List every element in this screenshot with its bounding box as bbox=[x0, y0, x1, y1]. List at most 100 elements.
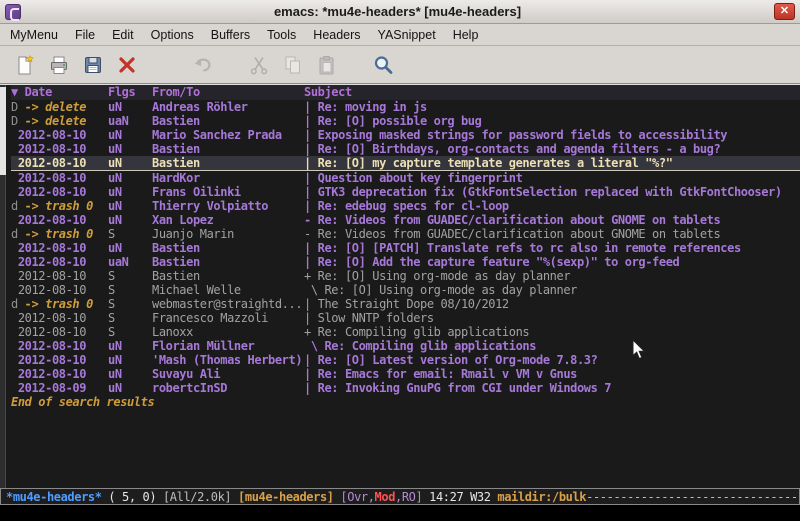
copy-button[interactable] bbox=[276, 50, 310, 80]
message-row[interactable]: 2012-08-09uNrobertcInSD| Re: Invoking Gn… bbox=[11, 381, 800, 395]
mark-action: -> trash 0 bbox=[25, 227, 93, 241]
modeline-segment: [All/2.0k] bbox=[163, 490, 238, 504]
message-from: Xan Lopez bbox=[152, 213, 304, 227]
message-row[interactable]: 2012-08-10uNBastien| Re: [O] my capture … bbox=[11, 156, 800, 171]
message-list: D -> deleteuNAndreas Röhler| Re: moving … bbox=[11, 100, 800, 395]
message-date: 2012-08-10 bbox=[11, 255, 108, 269]
column-header-flags[interactable]: Flgs bbox=[108, 85, 152, 100]
message-subject: - Re: Videos from GUADEC/clarification a… bbox=[304, 213, 800, 227]
column-header-date[interactable]: ▼ Date bbox=[11, 85, 108, 100]
message-row[interactable]: 2012-08-10uNSuvayu Ali| Re: Emacs for em… bbox=[11, 367, 800, 381]
new-file-button[interactable] bbox=[8, 50, 42, 80]
message-date: 2012-08-10 bbox=[11, 171, 108, 185]
message-flags: S bbox=[108, 311, 152, 325]
message-row[interactable]: 2012-08-10uNBastien| Re: [O] Birthdays, … bbox=[11, 142, 800, 156]
message-subject: \ Re: [O] Using org-mode as day planner bbox=[304, 283, 800, 297]
message-flags: S bbox=[108, 325, 152, 339]
print-icon bbox=[48, 54, 70, 76]
menu-item-headers[interactable]: Headers bbox=[313, 28, 360, 42]
paste-button[interactable] bbox=[310, 50, 344, 80]
message-flags: S bbox=[108, 269, 152, 283]
message-date: 2012-08-10 bbox=[11, 185, 108, 199]
message-flags: S bbox=[108, 227, 152, 241]
message-subject: | Re: [O] [PATCH] Translate refs to rc a… bbox=[304, 241, 800, 255]
message-mark: d -> trash 0 bbox=[11, 297, 108, 311]
message-date: 2012-08-10 bbox=[11, 353, 108, 367]
print-button[interactable] bbox=[42, 50, 76, 80]
message-from: Francesco Mazzoli bbox=[152, 311, 304, 325]
search-button[interactable] bbox=[366, 50, 400, 80]
message-flags: uN bbox=[108, 156, 152, 170]
menu-item-mymenu[interactable]: MyMenu bbox=[10, 28, 58, 42]
message-subject: | Re: edebug specs for cl-loop bbox=[304, 199, 800, 213]
modeline-segment: [Ovr, bbox=[340, 490, 374, 504]
menu-item-file[interactable]: File bbox=[75, 28, 95, 42]
message-flags: uN bbox=[108, 241, 152, 255]
column-header-from[interactable]: From/To bbox=[152, 85, 304, 100]
scrollbar[interactable] bbox=[0, 85, 6, 488]
message-row[interactable]: 2012-08-10uNFrans Oilinki| GTK3 deprecat… bbox=[11, 185, 800, 199]
save-button[interactable] bbox=[76, 50, 110, 80]
message-date: 2012-08-10 bbox=[11, 269, 108, 283]
paste-icon bbox=[316, 54, 338, 76]
message-row[interactable]: 2012-08-10uNFlorian Müllner \ Re: Compil… bbox=[11, 339, 800, 353]
close-buffer-button[interactable] bbox=[110, 50, 144, 80]
message-from: Mario Sanchez Prada bbox=[152, 128, 304, 142]
headers-buffer: ▼ Date Flgs From/To Subject D -> deleteu… bbox=[0, 84, 800, 488]
message-flags: uN bbox=[108, 199, 152, 213]
toolbar bbox=[0, 46, 800, 84]
menu-item-edit[interactable]: Edit bbox=[112, 28, 134, 42]
message-mark: d -> trash 0 bbox=[11, 199, 108, 213]
menu-item-options[interactable]: Options bbox=[151, 28, 194, 42]
message-row[interactable]: 2012-08-10SFrancesco Mazzoli| Slow NNTP … bbox=[11, 311, 800, 325]
cut-icon bbox=[248, 54, 270, 76]
message-subject: | Re: [O] my capture template generates … bbox=[304, 156, 800, 170]
message-date: 2012-08-10 bbox=[11, 142, 108, 156]
message-from: HardKor bbox=[152, 171, 304, 185]
message-from: robertcInSD bbox=[152, 381, 304, 395]
mark-action: -> trash 0 bbox=[25, 199, 93, 213]
minibuffer[interactable] bbox=[0, 505, 800, 521]
menu-item-buffers[interactable]: Buffers bbox=[211, 28, 250, 42]
message-mark: d -> trash 0 bbox=[11, 227, 108, 241]
message-row[interactable]: 2012-08-10uNMario Sanchez Prada| Exposin… bbox=[11, 128, 800, 142]
message-flags: uaN bbox=[108, 255, 152, 269]
message-date: 2012-08-10 bbox=[11, 283, 108, 297]
cut-button[interactable] bbox=[242, 50, 276, 80]
undo-button[interactable] bbox=[186, 50, 220, 80]
message-subject: + Re: Compiling glib applications bbox=[304, 325, 800, 339]
message-row[interactable]: D -> deleteuNAndreas Röhler| Re: moving … bbox=[11, 100, 800, 114]
message-date: 2012-08-10 bbox=[11, 325, 108, 339]
message-row[interactable]: 2012-08-10uNBastien| Re: [O] [PATCH] Tra… bbox=[11, 241, 800, 255]
message-mark: D -> delete bbox=[11, 100, 108, 114]
message-mark: D -> delete bbox=[11, 114, 108, 128]
message-row[interactable]: 2012-08-10uN'Mash (Thomas Herbert)| Re: … bbox=[11, 353, 800, 367]
message-row[interactable]: 2012-08-10SLanoxx+ Re: Compiling glib ap… bbox=[11, 325, 800, 339]
message-row[interactable]: 2012-08-10SBastien+ Re: [O] Using org-mo… bbox=[11, 269, 800, 283]
message-date: 2012-08-10 bbox=[11, 213, 108, 227]
mark-action: -> trash 0 bbox=[25, 297, 93, 311]
menu-item-help[interactable]: Help bbox=[453, 28, 479, 42]
message-from: 'Mash (Thomas Herbert) bbox=[152, 353, 304, 367]
message-row[interactable]: d -> trash 0SJuanjo Marin- Re: Videos fr… bbox=[11, 227, 800, 241]
message-flags: uN bbox=[108, 367, 152, 381]
message-row[interactable]: 2012-08-10SMichael Welle \ Re: [O] Using… bbox=[11, 283, 800, 297]
message-flags: uN bbox=[108, 128, 152, 142]
search-icon bbox=[372, 54, 394, 76]
message-row[interactable]: 2012-08-10uNXan Lopez- Re: Videos from G… bbox=[11, 213, 800, 227]
message-row[interactable]: d -> trash 0uNThierry Volpiatto| Re: ede… bbox=[11, 199, 800, 213]
message-subject: | Re: [O] Latest version of Org-mode 7.8… bbox=[304, 353, 800, 367]
window-close-button[interactable]: ✕ bbox=[774, 3, 795, 20]
scrollbar-thumb[interactable] bbox=[0, 87, 6, 175]
message-row[interactable]: 2012-08-10uaNBastien| Re: [O] Add the ca… bbox=[11, 255, 800, 269]
column-header-subject[interactable]: Subject bbox=[304, 85, 800, 100]
menu-item-tools[interactable]: Tools bbox=[267, 28, 296, 42]
menu-item-yasnippet[interactable]: YASnippet bbox=[378, 28, 436, 42]
mark-action: -> delete bbox=[25, 100, 86, 114]
message-row[interactable]: d -> trash 0Swebmaster@straightd...| The… bbox=[11, 297, 800, 311]
save-icon bbox=[82, 54, 104, 76]
message-date: 2012-08-10 bbox=[11, 339, 108, 353]
message-date: 2012-08-10 bbox=[11, 241, 108, 255]
message-row[interactable]: 2012-08-10uNHardKor| Question about key … bbox=[11, 171, 800, 185]
message-row[interactable]: D -> deleteuaNBastien| Re: [O] possible … bbox=[11, 114, 800, 128]
